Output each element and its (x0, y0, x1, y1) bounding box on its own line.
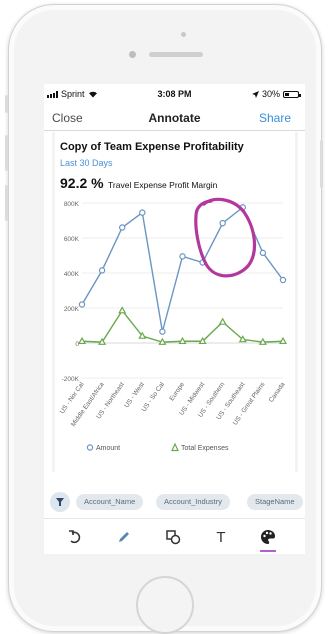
dashboard-card: Copy of Team Expense Profitability Last … (55, 132, 295, 472)
expense-point (278, 336, 288, 345)
amount-point (259, 249, 267, 257)
text-tool-button[interactable]: T (211, 527, 231, 547)
line-chart: 800K600K400K200K0-200KUS - Nor CalMiddle… (59, 197, 288, 452)
card-title: Copy of Team Expense Profitability (60, 141, 244, 153)
battery-percent: 30% (261, 89, 280, 99)
amount-point (179, 253, 186, 260)
expense-point (77, 336, 87, 345)
filter-chip-stage-name[interactable]: StageName (247, 494, 303, 510)
expense-point (258, 337, 267, 345)
text-tool-glyph: T (216, 529, 225, 546)
mute-switch (5, 95, 8, 113)
kpi-label: Travel Expense Profit Margin (108, 180, 218, 190)
amount-point (139, 209, 146, 216)
legend-marker-expenses (171, 442, 179, 452)
expense-point (178, 336, 187, 345)
volume-down-button (5, 185, 8, 221)
undo-button[interactable] (65, 527, 85, 547)
amount-point (98, 267, 106, 274)
palette-tool-button[interactable] (258, 527, 278, 552)
legend-label: Total Expenses (181, 445, 229, 452)
power-button (320, 140, 323, 188)
pen-icon (119, 532, 129, 542)
legend-marker-amount (86, 444, 94, 451)
x-tick-label: Canada (268, 381, 287, 404)
battery-level (285, 92, 289, 96)
amount-point (78, 301, 86, 308)
y-tick-label: -200K (62, 376, 80, 383)
kpi: 92.2 % Travel Expense Profit Margin (60, 175, 217, 193)
period-label: Last 30 Days (60, 158, 113, 168)
filter-icon (56, 498, 64, 506)
earpiece-speaker (149, 52, 203, 57)
palette-icon (261, 530, 275, 544)
y-tick-label: 200K (64, 306, 80, 313)
y-tick-label: 600K (64, 236, 80, 243)
y-tick-label: 0 (75, 341, 79, 348)
legend-label: Amount (96, 445, 120, 452)
y-tick-label: 400K (64, 271, 80, 278)
volume-up-button (5, 135, 8, 171)
annotation-canvas[interactable]: Copy of Team Expense Profitability Last … (52, 132, 298, 472)
filter-chip-account-name[interactable]: Account_Name (76, 494, 144, 510)
undo-icon (69, 530, 81, 544)
amount-point (159, 328, 166, 335)
status-bar: Sprint 3:08 PM 30% (44, 84, 305, 104)
app-screen: Sprint 3:08 PM 30% Close Annotate Share … (44, 84, 305, 554)
x-tick-label: Europe (168, 381, 186, 402)
y-tick-label: 800K (64, 201, 80, 208)
shapes-tool-button[interactable] (163, 527, 183, 547)
amount-point (118, 224, 126, 231)
filter-button[interactable] (50, 492, 70, 512)
filter-bar: Account_Name Account_Industry StageName (44, 488, 305, 516)
amount-point (279, 276, 287, 284)
pen-tool-button[interactable] (114, 527, 134, 547)
front-camera (129, 51, 136, 58)
expense-point (158, 337, 167, 345)
annotation-toolbar: T (44, 518, 305, 554)
home-button[interactable] (136, 576, 194, 634)
share-button[interactable]: Share (259, 111, 291, 125)
amount-point (219, 219, 226, 227)
filter-chip-account-industry[interactable]: Account_Industry (156, 494, 230, 510)
nav-bar: Close Annotate Share (44, 104, 305, 131)
location-icon (251, 90, 259, 98)
text-icon: T (216, 529, 225, 546)
expense-point (218, 317, 227, 325)
sensor-dot (181, 32, 186, 37)
kpi-value: 92.2 % (60, 175, 104, 191)
shapes-icon (166, 530, 181, 545)
battery-icon (283, 90, 301, 98)
